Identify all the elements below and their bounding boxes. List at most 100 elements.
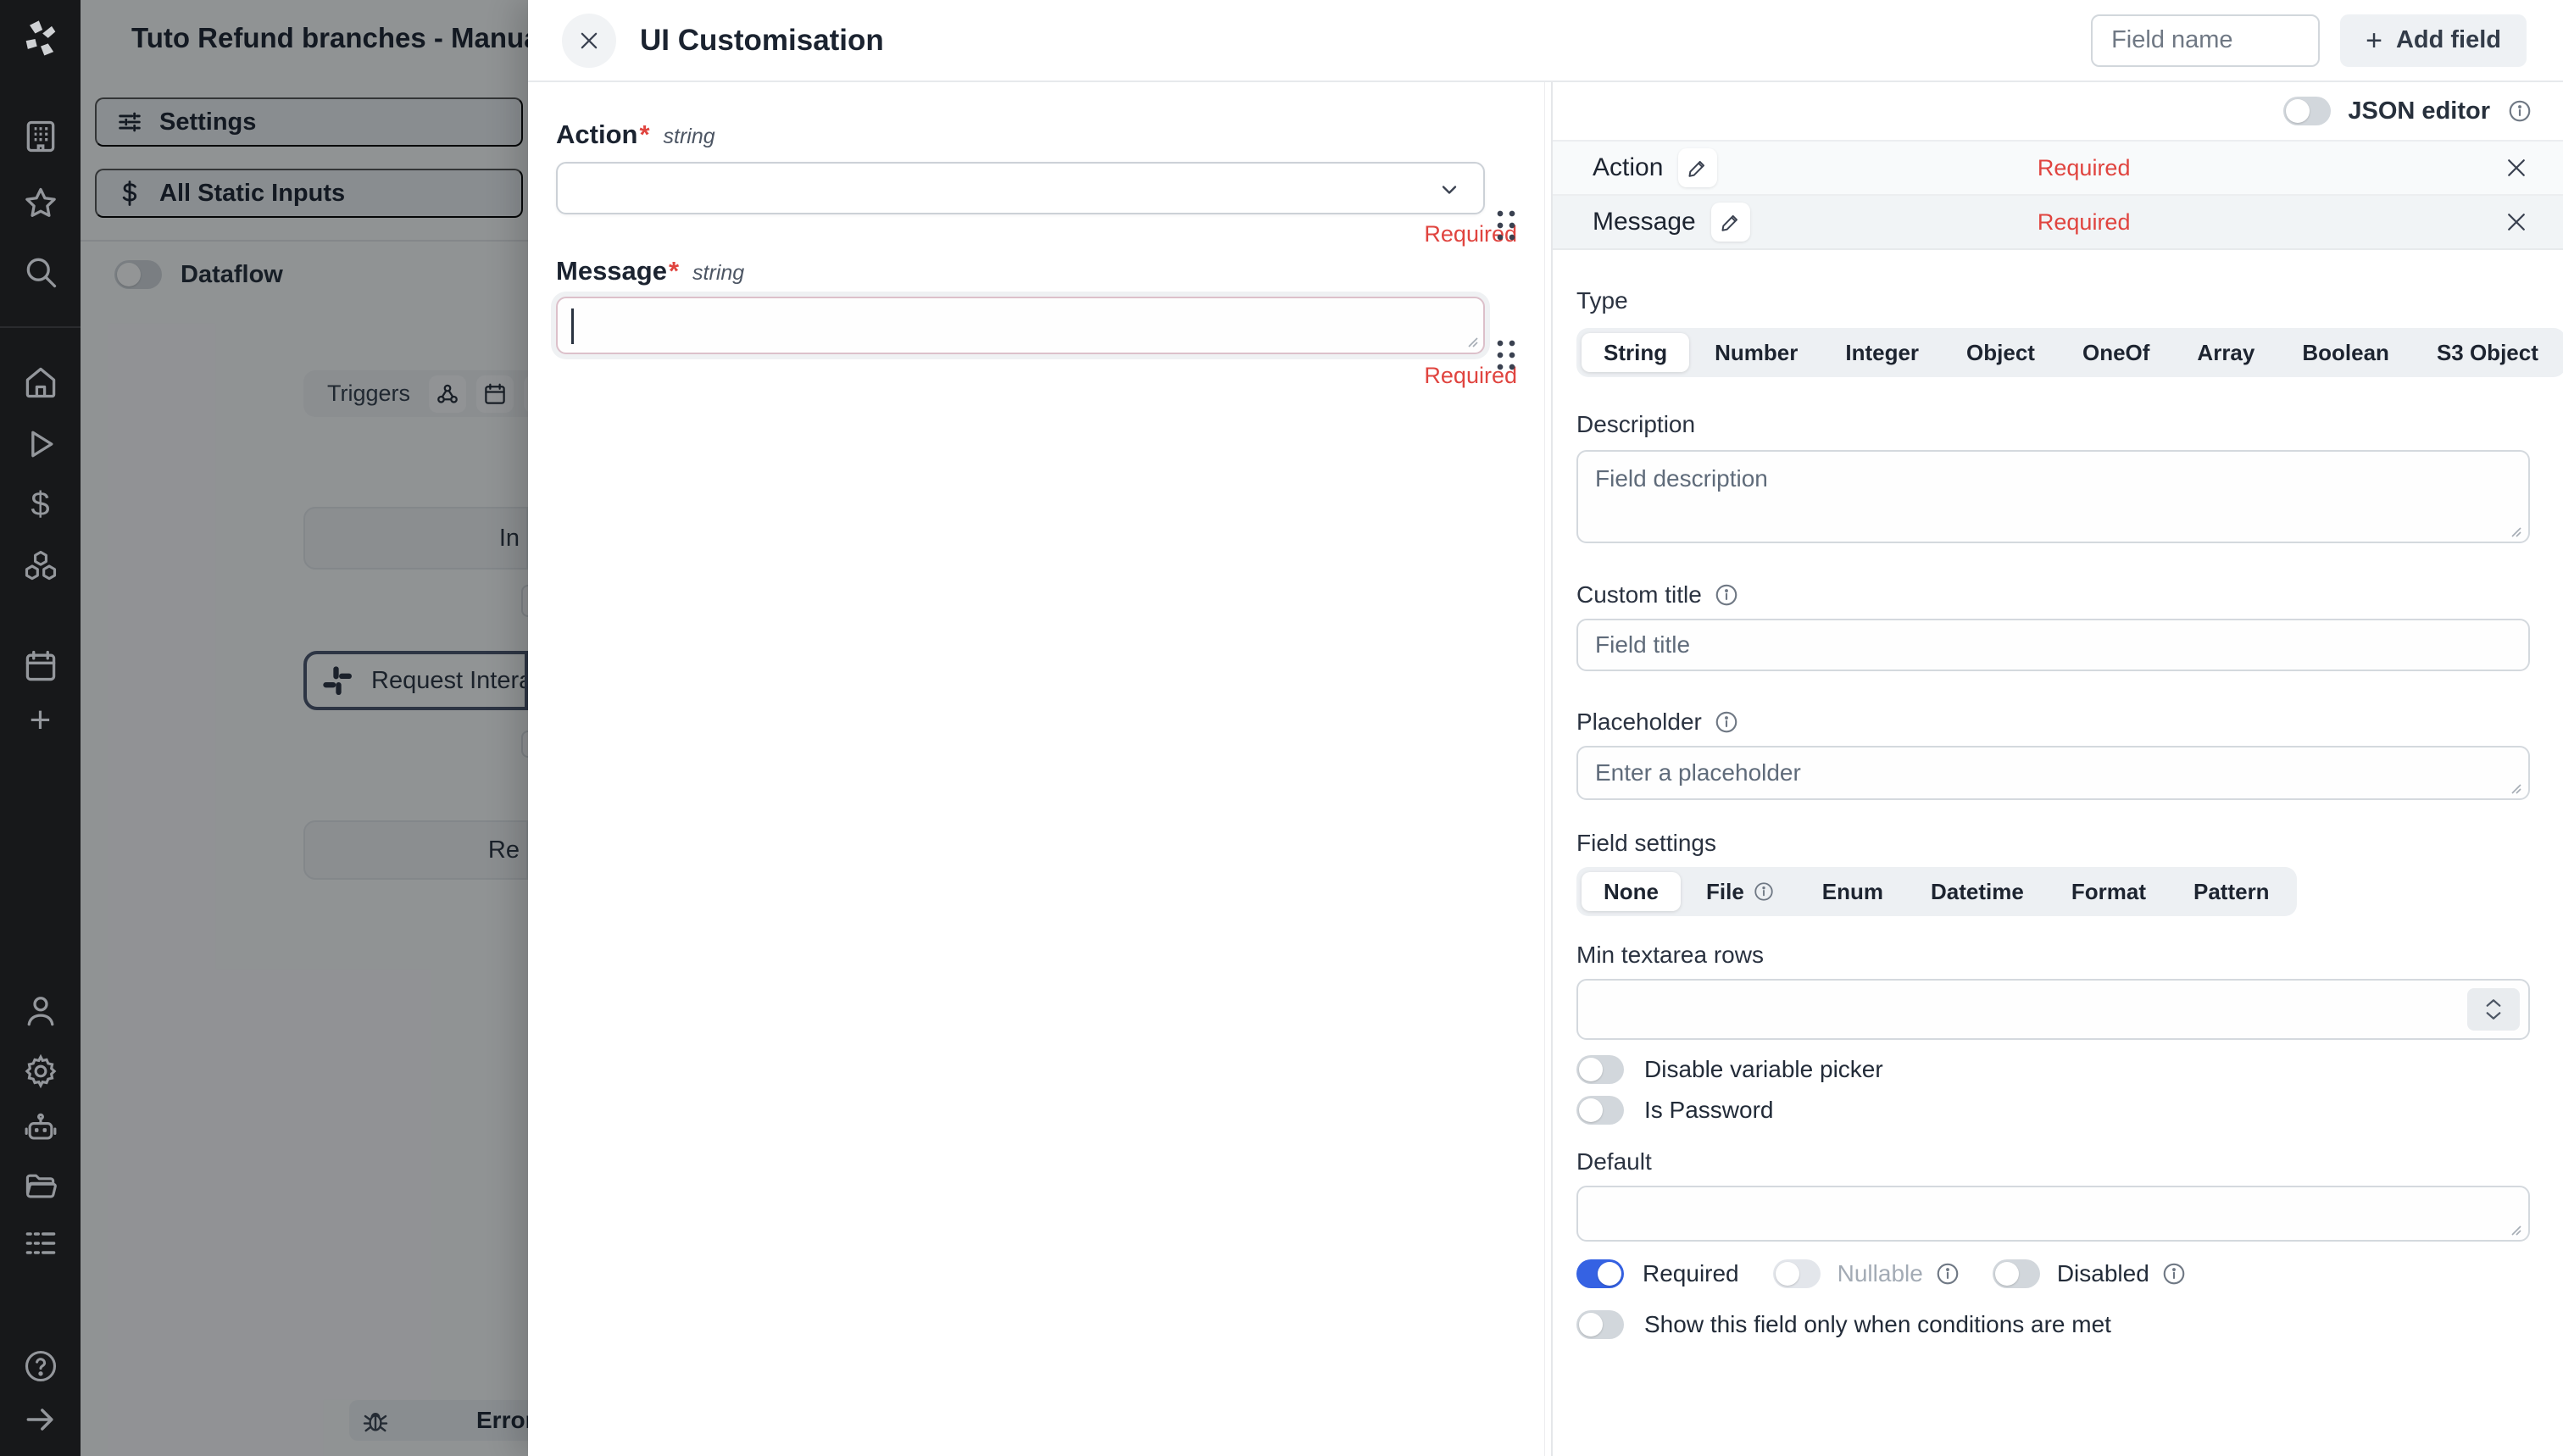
info-icon[interactable] (2507, 98, 2532, 124)
type-option-boolean[interactable]: Boolean (2280, 333, 2411, 372)
description-textarea[interactable] (1576, 450, 2530, 543)
play-icon[interactable] (20, 424, 60, 464)
info-icon[interactable] (1714, 582, 1739, 608)
json-editor-row: JSON editor (1553, 82, 2563, 140)
sidebar-divider (0, 326, 81, 328)
modal-header-actions: + Add field (2091, 14, 2527, 67)
placeholder-textarea[interactable] (1576, 746, 2530, 800)
message-label-text: Message (556, 256, 667, 286)
json-editor-toggle[interactable] (2283, 97, 2331, 125)
field-row-message-status: Required (2038, 209, 2131, 236)
resize-grip-icon[interactable] (2506, 522, 2523, 539)
list-icon[interactable] (20, 1223, 60, 1263)
disabled-toggle[interactable] (1993, 1259, 2040, 1288)
conditions-toggle[interactable] (1576, 1310, 1624, 1339)
resize-grip-icon[interactable] (1463, 332, 1480, 349)
add-field-button[interactable]: + Add field (2340, 14, 2527, 67)
field-row-action[interactable]: Action Required (1553, 140, 2563, 194)
field-inspector: JSON editor Action Required Message Requ… (1553, 82, 2563, 1456)
plus-icon[interactable]: + (20, 700, 60, 740)
nullable-toggle[interactable] (1773, 1259, 1821, 1288)
type-label: Type (1576, 287, 2530, 314)
home-icon[interactable] (20, 362, 60, 402)
disabled-label: Disabled (2057, 1260, 2149, 1287)
modal-title: UI Customisation (640, 24, 884, 58)
conditions-label: Show this field only when conditions are… (1644, 1311, 2111, 1338)
is-password-label: Is Password (1644, 1097, 1774, 1124)
folder-icon[interactable] (20, 1166, 60, 1206)
placeholder-label: Placeholder (1576, 709, 2530, 736)
plus-icon: + (2366, 26, 2382, 55)
edit-field-button[interactable] (1711, 203, 1750, 242)
star-icon[interactable] (20, 183, 60, 223)
info-icon[interactable] (1935, 1261, 1960, 1287)
number-stepper[interactable] (2467, 988, 2520, 1031)
type-option-array[interactable]: Array (2175, 333, 2277, 372)
arrow-right-icon[interactable] (20, 1399, 60, 1439)
field-settings-option-enum[interactable]: Enum (1800, 872, 1905, 911)
scrollbar-track[interactable] (1544, 82, 1545, 1456)
field-settings-option-datetime[interactable]: Datetime (1909, 872, 2046, 911)
field-settings-segmented-control: None File Enum Datetime Format Pattern (1576, 867, 2297, 916)
action-label-text: Action (556, 119, 637, 150)
field-row-message[interactable]: Message Required (1553, 194, 2563, 250)
field-settings-option-none[interactable]: None (1582, 872, 1681, 911)
field-flags-row: Required Nullable Disabled (1576, 1259, 2530, 1288)
modal-backdrop[interactable] (81, 0, 528, 1456)
pencil-icon (1720, 211, 1742, 233)
gear-icon[interactable] (20, 1051, 60, 1091)
default-label: Default (1576, 1148, 2530, 1175)
info-icon[interactable] (1753, 881, 1775, 903)
remove-field-icon[interactable] (2504, 209, 2529, 235)
blocks-icon[interactable] (20, 546, 60, 586)
building-icon[interactable] (20, 116, 60, 156)
type-option-object[interactable]: Object (1944, 333, 2057, 372)
type-option-integer[interactable]: Integer (1823, 333, 1941, 372)
chevron-up-icon (2484, 997, 2503, 1009)
info-icon[interactable] (1714, 709, 1739, 735)
app-logo-icon[interactable] (19, 17, 63, 61)
default-textarea[interactable] (1576, 1186, 2530, 1242)
min-textarea-rows-input[interactable] (1576, 979, 2530, 1040)
info-icon[interactable] (2161, 1261, 2187, 1287)
chevron-down-icon (1437, 178, 1461, 202)
calendar-icon[interactable] (20, 646, 60, 686)
required-asterisk: * (669, 256, 679, 286)
nullable-label: Nullable (1837, 1260, 1923, 1287)
resize-grip-icon[interactable] (2506, 779, 2523, 796)
field-settings-option-file[interactable]: File (1684, 872, 1797, 911)
field-row-message-label: Message (1593, 208, 1696, 236)
dollar-icon[interactable]: $ (20, 484, 60, 524)
type-option-number[interactable]: Number (1693, 333, 1820, 372)
conditions-toggle-row: Show this field only when conditions are… (1576, 1310, 2530, 1339)
edit-field-button[interactable] (1678, 148, 1717, 187)
field-settings-option-pattern[interactable]: Pattern (2171, 872, 2292, 911)
action-drag-handle[interactable] (1493, 207, 1517, 242)
pencil-icon (1687, 157, 1709, 179)
help-icon[interactable] (20, 1346, 60, 1386)
field-config-body: Type String Number Integer Object OneOf … (1553, 287, 2563, 1339)
resize-grip-icon[interactable] (2506, 1220, 2523, 1237)
type-option-s3object[interactable]: S3 Object (2415, 333, 2560, 372)
field-settings-option-format[interactable]: Format (2049, 872, 2168, 911)
action-field-label: Action* string (556, 119, 1551, 150)
disable-variable-picker-toggle[interactable] (1576, 1055, 1624, 1084)
close-modal-button[interactable] (562, 14, 616, 68)
message-textarea[interactable] (556, 297, 1485, 354)
user-icon[interactable] (20, 991, 60, 1031)
type-segmented-control: String Number Integer Object OneOf Array… (1576, 328, 2563, 377)
field-name-input[interactable] (2091, 14, 2320, 67)
remove-field-icon[interactable] (2504, 155, 2529, 181)
robot-icon[interactable] (20, 1109, 60, 1148)
type-option-oneof[interactable]: OneOf (2060, 333, 2171, 372)
message-drag-handle[interactable] (1493, 336, 1517, 372)
min-textarea-rows-label: Min textarea rows (1576, 942, 2530, 969)
search-icon[interactable] (20, 252, 60, 292)
action-select[interactable] (556, 162, 1485, 214)
required-toggle[interactable] (1576, 1259, 1624, 1288)
type-option-string[interactable]: String (1582, 333, 1689, 372)
json-editor-label: JSON editor (2348, 97, 2490, 125)
custom-title-input[interactable] (1576, 619, 2530, 671)
is-password-toggle[interactable] (1576, 1096, 1624, 1125)
modal-header: UI Customisation + Add field (528, 0, 2563, 82)
